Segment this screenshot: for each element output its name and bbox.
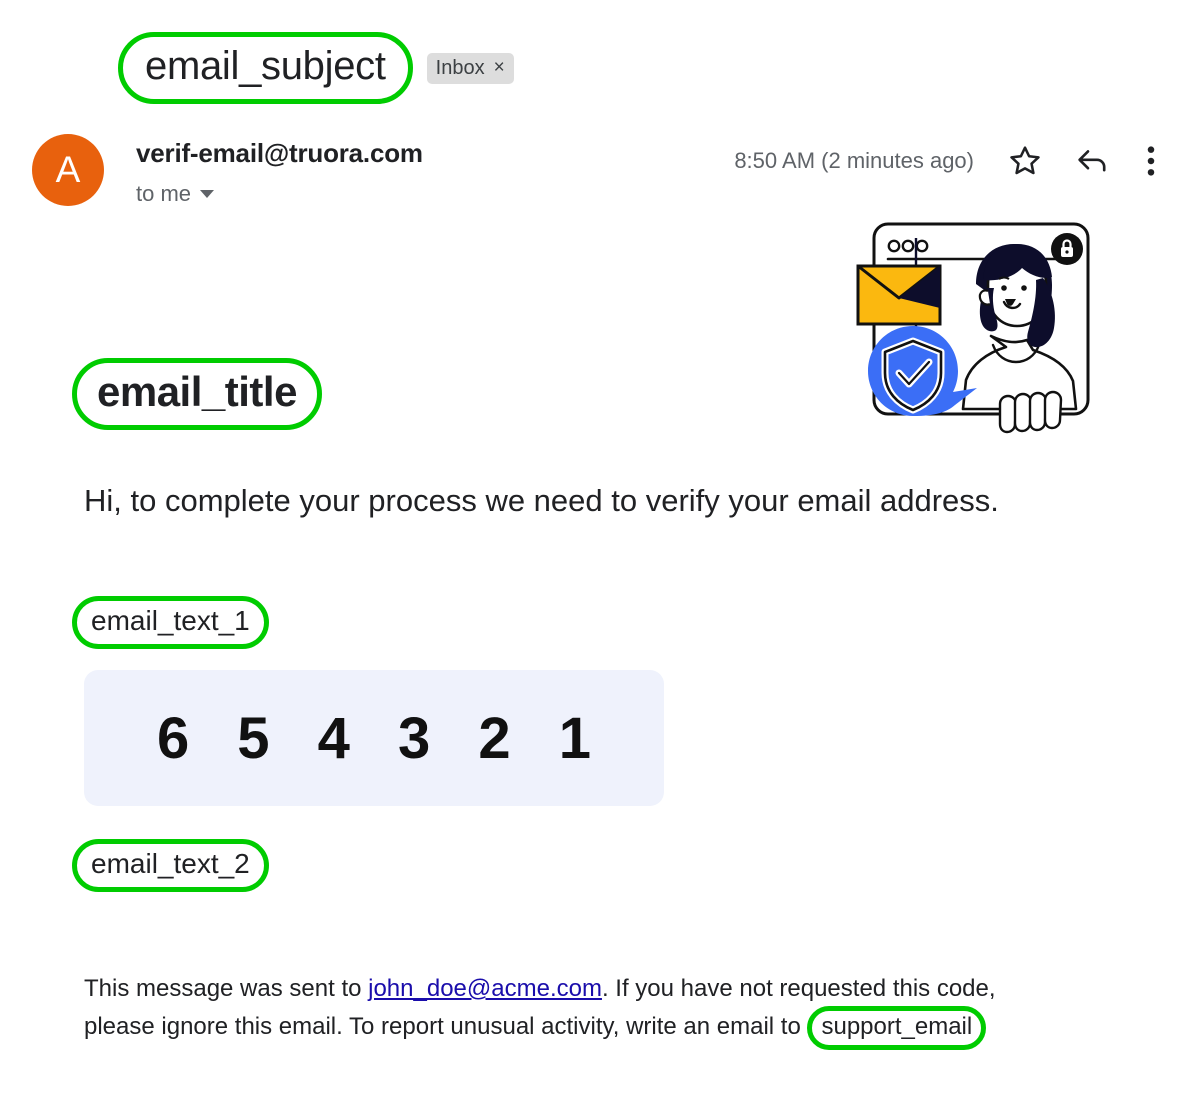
recipient-label: to me — [136, 181, 192, 206]
footer-disclaimer: This message was sent to john_doe@acme.c… — [84, 972, 1029, 1050]
support-email-text: support_email — [821, 1013, 973, 1041]
email-subject-annotation: email_subject — [118, 32, 413, 104]
recipient-row[interactable]: to me — [136, 181, 423, 207]
email-text-1-text: email_text_1 — [91, 605, 250, 636]
avatar[interactable]: A — [32, 134, 104, 206]
email-verification-illustration — [828, 218, 1096, 440]
avatar-letter: A — [55, 149, 81, 190]
inbox-label-text: Inbox — [435, 56, 485, 79]
message-timestamp: 8:50 AM (2 minutes ago) — [734, 148, 974, 173]
email-subject-text: email_subject — [145, 44, 386, 88]
support-email-annotation: support_email — [807, 1006, 987, 1050]
star-icon[interactable] — [1008, 144, 1042, 178]
email-text-1-annotation: email_text_1 — [72, 596, 269, 649]
verification-code-box: 6 5 4 3 2 1 — [84, 670, 664, 806]
subject-row: email_subject Inbox × — [118, 32, 514, 104]
email-title-text: email_title — [97, 368, 297, 415]
reply-icon[interactable] — [1076, 146, 1112, 176]
verification-code-value: 6 5 4 3 2 1 — [156, 705, 608, 771]
chevron-down-icon[interactable] — [200, 190, 215, 198]
email-text-2-annotation: email_text_2 — [72, 839, 269, 892]
email-text-2-text: email_text_2 — [91, 848, 250, 879]
inbox-label-chip[interactable]: Inbox × — [426, 52, 514, 84]
sender-meta: verif-email@truora.com to me — [136, 134, 423, 207]
email-title-annotation: email_title — [72, 358, 322, 430]
recipient-email-link[interactable]: john_doe@acme.com — [368, 975, 602, 1002]
email-greeting-paragraph: Hi, to complete your process we need to … — [84, 483, 999, 518]
footer-part-1: This message was sent to — [84, 975, 369, 1002]
sender-row: A verif-email@truora.com to me 8:50 AM (… — [32, 134, 1172, 207]
close-icon[interactable]: × — [494, 58, 505, 77]
sender-address[interactable]: verif-email@truora.com — [136, 138, 423, 169]
message-actions: 8:50 AM (2 minutes ago) — [734, 134, 1172, 178]
more-vert-icon[interactable] — [1146, 144, 1156, 178]
